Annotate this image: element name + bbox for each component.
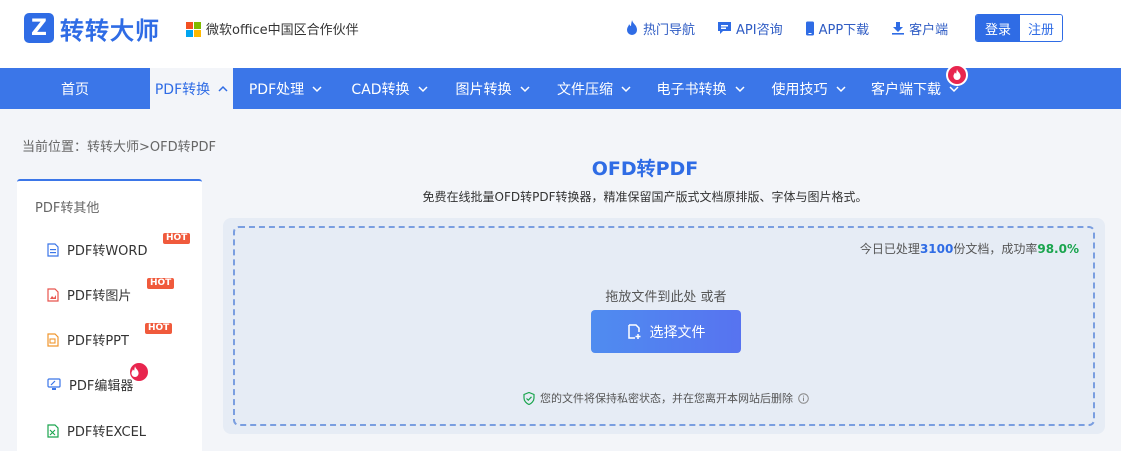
processing-stats: 今日已处理3100份文档，成功率98.0% [860,240,1079,257]
editor-icon [47,378,61,390]
top-links: 热门导航 API咨询 APP下载 客户端 [625,18,970,38]
nav-item-home[interactable]: 首页 [0,68,150,109]
nav-item-pdf-convert[interactable]: PDF转换 [150,68,233,109]
upload-panel: 今日已处理3100份文档，成功率98.0% 拖放文件到此处 或者 选择文件 您的… [223,218,1105,434]
stats-rate: 98.0% [1037,242,1079,256]
sidebar-item-label: PDF转EXCEL [67,425,147,440]
file-add-icon [627,323,640,339]
nav-item-tips[interactable]: 使用技巧 [757,68,860,109]
top-link-hot-nav[interactable]: 热门导航 [625,18,695,38]
top-link-label: API咨询 [736,22,783,38]
nav-label: 首页 [61,81,89,98]
chevron-up-icon [218,85,228,92]
nav-label: 使用技巧 [771,81,828,98]
sidebar-item-pdf-to-word[interactable]: PDF转WORD HOT [47,233,191,259]
privacy-text: 您的文件将保持私密状态，并在您离开本网站后删除 [540,392,793,405]
page-subtitle: 免费在线批量OFD转PDF转换器，精准保留国产版式文档原排版、字体与图片格式。 [422,190,868,204]
hot-badge: HOT [147,278,175,289]
register-button[interactable]: 注册 [1020,15,1062,41]
nav-item-client-download[interactable]: 客户端下载 [860,64,970,109]
nav-label: 图片转换 [455,81,512,98]
breadcrumb-prefix: 当前位置： [22,140,88,155]
sidebar-item-label: PDF转WORD [67,244,148,259]
flame-icon [131,366,139,377]
sidebar-item-label: PDF转图片 [67,289,132,304]
hot-badge: HOT [163,233,191,244]
sidebar-item-pdf-to-excel[interactable]: PDF转EXCEL [47,421,146,440]
chevron-down-icon [835,85,846,92]
nav-item-ebook-convert[interactable]: 电子书转换 [644,68,757,109]
nav-label: 文件压缩 [557,81,613,98]
flame-icon [627,20,637,35]
choose-file-button[interactable]: 选择文件 [591,310,741,353]
sidebar-item-pdf-editor[interactable]: PDF编辑器 [47,361,150,394]
shield-check-icon [523,391,535,405]
nav-label: 电子书转换 [656,81,727,98]
privacy-note: 您的文件将保持私密状态，并在您离开本网站后删除 [235,390,1097,406]
sidebar-item-pdf-to-ppt[interactable]: PDF转PPT HOT [47,323,173,349]
choose-file-label: 选择文件 [649,324,706,341]
chevron-down-icon [418,85,428,92]
top-header: Z 转转大师 微软office中国区合作伙伴 热门导航 API咨询 APP下载 … [0,0,1121,68]
ppt-file-icon [47,332,59,347]
sidebar: PDF转其他 PDF转WORD HOT PDF转图片 HOT PDF转PPT H… [17,179,202,451]
login-button[interactable]: 登录 [976,15,1020,41]
hot-fire-badge [128,361,150,383]
stats-count: 3100 [919,242,954,256]
drop-hint: 拖放文件到此处 或者 [605,290,727,305]
auth-box: 登录 注册 [975,14,1063,42]
nav-item-cad-convert[interactable]: CAD转换 [338,68,441,109]
flame-icon [953,69,961,80]
image-file-icon [47,287,59,302]
sidebar-item-pdf-to-image[interactable]: PDF转图片 HOT [47,278,175,304]
sidebar-item-label: PDF转PPT [67,334,129,349]
nav-label: CAD转换 [351,81,410,98]
top-link-label: APP下载 [818,22,870,38]
nav-item-file-compress[interactable]: 文件压缩 [544,68,644,109]
chevron-down-icon [734,85,745,92]
hot-badge: HOT [145,323,173,334]
logo-badge-icon: Z [24,13,54,43]
phone-icon [805,21,814,35]
page-title: OFD转PDF [591,158,699,180]
file-drop-zone[interactable]: 今日已处理3100份文档，成功率98.0% 拖放文件到此处 或者 选择文件 您的… [233,226,1095,426]
main-nav: 首页 PDF转换 PDF处理 CAD转换 图片转换 文件压缩 电子书转换 使用技… [0,64,1121,109]
chevron-down-icon [312,85,322,92]
top-link-app[interactable]: APP下载 [805,18,870,38]
top-link-client[interactable]: 客户端 [891,18,948,38]
nav-item-image-convert[interactable]: 图片转换 [441,68,544,109]
top-link-label: 热门导航 [643,22,696,38]
logo-text: 转转大师 [60,16,160,45]
info-icon[interactable] [798,392,809,404]
nav-label: PDF转换 [154,81,211,98]
download-icon [892,22,905,35]
stats-prefix: 今日已处理 [859,242,920,256]
nav-label: PDF处理 [248,81,305,98]
hot-fire-badge [946,64,968,86]
chat-icon [718,22,732,34]
breadcrumb-path[interactable]: 转转大师>OFD转PDF [87,140,216,155]
sidebar-item-label: PDF编辑器 [69,379,134,394]
chevron-down-icon [621,85,631,92]
breadcrumb: 当前位置：转转大师>OFD转PDF [22,136,216,155]
partner-badge: 微软office中国区合作伙伴 [186,19,359,38]
top-link-api[interactable]: API咨询 [717,18,783,38]
partner-text: 微软office中国区合作伙伴 [206,23,359,38]
nav-item-pdf-process[interactable]: PDF处理 [233,68,338,109]
word-file-icon [47,242,59,257]
nav-label: 客户端下载 [871,81,941,98]
microsoft-logo-icon [186,21,201,37]
top-link-label: 客户端 [909,22,949,38]
chevron-down-icon [519,85,530,92]
excel-file-icon [47,423,59,438]
site-logo[interactable]: Z 转转大师 [24,12,160,45]
stats-middle: 份文档，成功率 [953,242,1038,256]
